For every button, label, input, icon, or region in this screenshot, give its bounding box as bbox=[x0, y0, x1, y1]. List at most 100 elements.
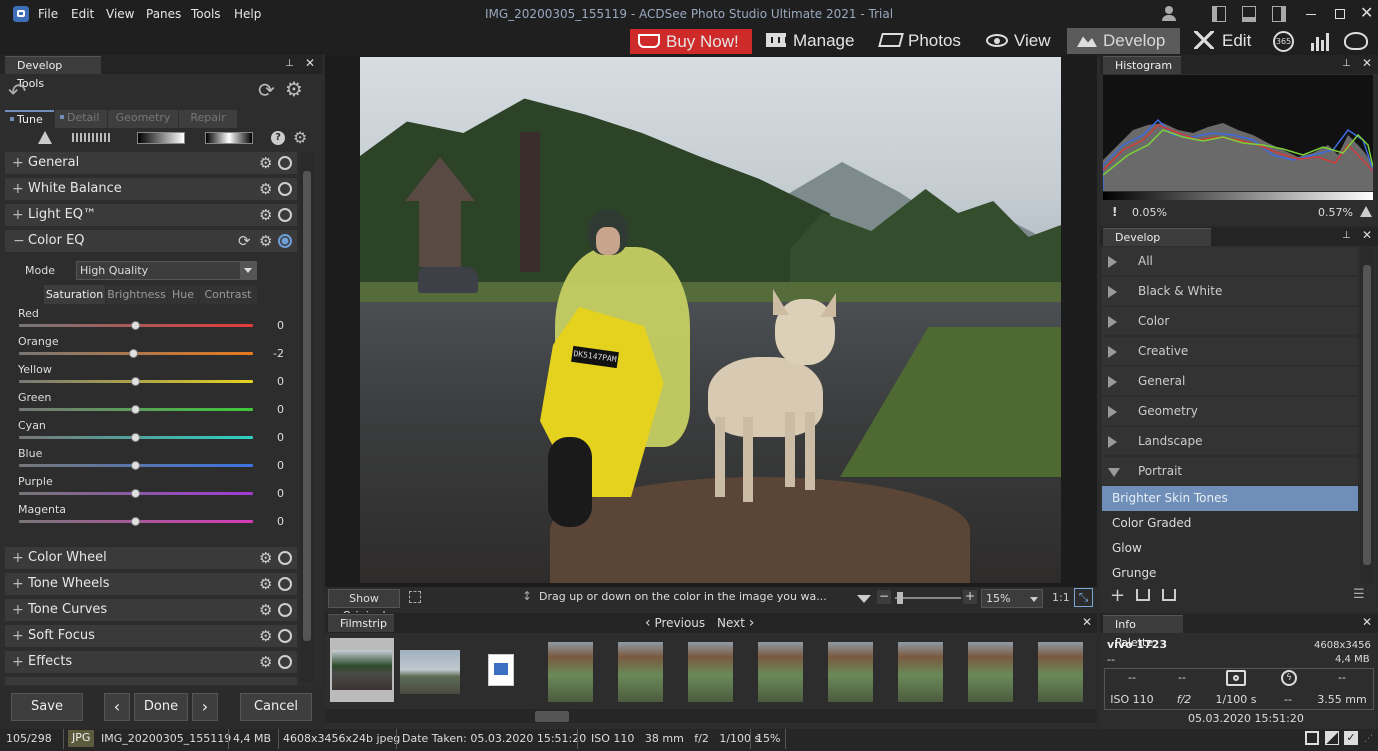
panel-close-icon[interactable]: ✕ bbox=[305, 56, 315, 70]
slider-knob[interactable] bbox=[131, 461, 140, 470]
preset-menu-icon[interactable]: ☰ bbox=[1353, 587, 1365, 602]
buy-now-button[interactable]: Buy Now! bbox=[630, 29, 752, 54]
tab-repair[interactable]: Repair bbox=[179, 110, 237, 128]
slider-knob[interactable] bbox=[131, 321, 140, 330]
import-preset-icon[interactable] bbox=[1136, 589, 1150, 601]
365-button[interactable]: 365 bbox=[1273, 31, 1294, 52]
toggle-icon[interactable] bbox=[278, 655, 292, 669]
thumbnail[interactable] bbox=[828, 642, 873, 702]
gear-icon[interactable]: ⚙ bbox=[259, 547, 273, 567]
slider-knob[interactable] bbox=[128, 349, 138, 358]
preset-category-general[interactable]: General bbox=[1102, 367, 1358, 395]
section-general[interactable]: + General ⚙ bbox=[5, 152, 297, 174]
save-button[interactable]: Save bbox=[11, 693, 83, 721]
photos-mode[interactable]: Photos bbox=[878, 28, 961, 54]
gear-icon[interactable]: ⚙ bbox=[259, 625, 273, 645]
gradient-light-icon[interactable] bbox=[205, 132, 253, 144]
luminar-icon[interactable] bbox=[1344, 32, 1368, 50]
gear-icon[interactable]: ⚙ bbox=[259, 230, 273, 250]
tools-scrollbar[interactable] bbox=[300, 153, 314, 683]
edit-mode[interactable]: Edit bbox=[1194, 28, 1251, 54]
develop-presets-tab[interactable]: Develop Presets bbox=[1103, 228, 1211, 262]
manage-mode[interactable]: Manage bbox=[766, 28, 854, 54]
slider-knob[interactable] bbox=[131, 433, 140, 442]
help-icon[interactable]: ? bbox=[271, 131, 285, 145]
preset-item[interactable]: Glow bbox=[1102, 536, 1358, 561]
filmstrip-close-icon[interactable]: ✕ bbox=[1082, 615, 1092, 629]
pin-icon[interactable]: ⊥ bbox=[1342, 58, 1351, 69]
color-slider[interactable] bbox=[19, 517, 253, 526]
tab-detail[interactable]: Detail bbox=[55, 110, 107, 128]
fit-screen-icon[interactable]: ⤡ bbox=[1074, 588, 1093, 607]
section-color-wheel[interactable]: + Color Wheel ⚙ bbox=[5, 547, 297, 569]
filmstrip-tab[interactable]: Filmstrip bbox=[328, 614, 394, 632]
presets-scrollbar[interactable] bbox=[1360, 247, 1374, 583]
subtab-contrast[interactable]: Contrast bbox=[199, 285, 257, 304]
maximize-button[interactable] bbox=[1335, 9, 1345, 19]
develop-tools-tab[interactable]: Develop Tools bbox=[5, 56, 101, 90]
preset-category-landscape[interactable]: Landscape bbox=[1102, 427, 1358, 455]
actual-size-button[interactable]: 1:1 bbox=[1052, 591, 1070, 604]
undo-icon[interactable]: ↶ bbox=[8, 80, 26, 105]
thumbnail-current[interactable] bbox=[330, 638, 394, 702]
thumbnail[interactable] bbox=[968, 642, 1013, 702]
slider-knob[interactable] bbox=[131, 517, 140, 526]
previous-image-button[interactable]: ‹ bbox=[104, 693, 130, 721]
status-check-icon[interactable]: ✓ bbox=[1344, 731, 1358, 745]
zoom-in-button[interactable]: + bbox=[963, 590, 977, 604]
preset-category-portrait[interactable]: Portrait bbox=[1102, 457, 1358, 485]
add-preset-icon[interactable]: + bbox=[1110, 585, 1125, 606]
section-white-balance[interactable]: + White Balance ⚙ bbox=[5, 178, 297, 200]
filmstrip-scrollbar[interactable] bbox=[325, 709, 1097, 723]
status-resize-icon[interactable]: ⋰ bbox=[1364, 734, 1373, 744]
section-light-eq[interactable]: + Light EQ™ ⚙ bbox=[5, 204, 297, 226]
dashboard-icon[interactable] bbox=[1309, 31, 1333, 51]
tab-geometry[interactable]: Geometry bbox=[108, 110, 178, 128]
mode-select[interactable]: High Quality bbox=[76, 261, 257, 280]
histogram-tab[interactable]: Histogram bbox=[1103, 56, 1181, 74]
export-preset-icon[interactable] bbox=[1162, 589, 1176, 601]
thumbnail[interactable] bbox=[898, 642, 943, 702]
color-slider[interactable] bbox=[19, 433, 253, 442]
show-original-button[interactable]: Show Original bbox=[328, 589, 400, 622]
thumbnail[interactable] bbox=[758, 642, 803, 702]
section-color-eq[interactable]: − Color EQ ⟳ ⚙ bbox=[5, 230, 297, 252]
thumbnail[interactable] bbox=[548, 642, 593, 702]
minimize-button[interactable] bbox=[1306, 14, 1316, 15]
preset-category-geometry[interactable]: Geometry bbox=[1102, 397, 1358, 425]
section-tone-curves[interactable]: + Tone Curves ⚙ bbox=[5, 599, 297, 621]
status-split-icon[interactable] bbox=[1325, 731, 1339, 745]
color-slider[interactable] bbox=[19, 461, 253, 470]
gear-icon[interactable]: ⚙ bbox=[259, 204, 273, 224]
preset-item-selected[interactable]: Brighter Skin Tones bbox=[1102, 486, 1358, 511]
fullscreen-icon[interactable] bbox=[409, 591, 421, 603]
preset-category-black-white[interactable]: Black & White bbox=[1102, 277, 1358, 305]
layout-left-icon[interactable] bbox=[1212, 6, 1226, 22]
gear-icon[interactable]: ⚙ bbox=[259, 152, 273, 172]
next-image-button[interactable]: › bbox=[192, 693, 218, 721]
gear-icon[interactable]: ⚙ bbox=[259, 573, 273, 593]
image-viewer[interactable]: DK5147PAM bbox=[325, 55, 1097, 587]
preset-item[interactable]: Color Graded bbox=[1102, 511, 1358, 536]
info-palette-tab[interactable]: Info Palette bbox=[1103, 615, 1183, 649]
thumbnail[interactable] bbox=[1038, 642, 1083, 702]
toggle-on-icon[interactable] bbox=[278, 234, 292, 248]
slider-knob[interactable] bbox=[131, 377, 140, 386]
preset-category-color[interactable]: Color bbox=[1102, 307, 1358, 335]
gear-icon[interactable]: ⚙ bbox=[259, 651, 273, 671]
thumbnail[interactable] bbox=[618, 642, 663, 702]
view-mode[interactable]: View bbox=[986, 28, 1051, 54]
preset-category-all[interactable]: All bbox=[1102, 247, 1358, 275]
color-slider[interactable] bbox=[19, 489, 253, 498]
layout-right-icon[interactable] bbox=[1272, 6, 1286, 22]
status-view-icon[interactable] bbox=[1305, 731, 1319, 745]
cancel-button[interactable]: Cancel bbox=[240, 693, 312, 721]
done-button[interactable]: Done bbox=[134, 693, 188, 721]
section-soft-focus[interactable]: + Soft Focus ⚙ bbox=[5, 625, 297, 647]
reset-all-icon[interactable]: ⟳ bbox=[258, 78, 275, 102]
slider-knob[interactable] bbox=[131, 405, 140, 414]
compare-icon[interactable] bbox=[72, 133, 112, 142]
section-effects[interactable]: + Effects ⚙ bbox=[5, 651, 297, 673]
color-slider[interactable] bbox=[19, 349, 253, 358]
zoom-slider[interactable] bbox=[895, 592, 961, 604]
